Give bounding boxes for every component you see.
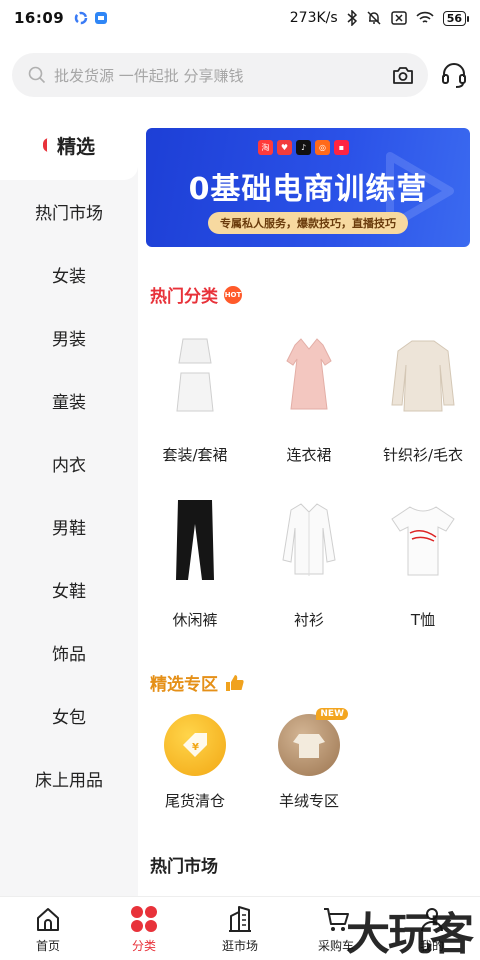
sidebar-item-featured[interactable]: 精选: [0, 110, 138, 180]
search-input[interactable]: 批发货源 一件起批 分享赚钱: [12, 53, 429, 97]
category-label: 衬衫: [293, 611, 324, 629]
customer-service-button[interactable]: [428, 55, 468, 95]
section-title-text: 精选专区: [150, 675, 218, 695]
promo-banner[interactable]: 淘 ♥ ♪ ◎ ▪ 0基础电商训练营 专属私人服务，爆款技巧，直播技巧: [146, 128, 470, 247]
sidebar-item-womens-shoes[interactable]: 女鞋: [0, 558, 138, 621]
sidebar-item-label: 童装: [52, 393, 86, 413]
watermark-logo: 大玩客: [346, 909, 474, 960]
svg-text:¥: ¥: [192, 742, 199, 753]
featured-label: 尾货清仓: [164, 792, 225, 810]
banner-title: 0基础电商训练营: [188, 172, 428, 207]
sidebar-item-label: 男鞋: [52, 519, 86, 539]
status-time: 16:09: [14, 9, 65, 27]
thumbs-up-icon: [226, 674, 244, 691]
douyin-logo-icon: ♪: [296, 140, 311, 155]
tshirt-image: [378, 495, 468, 585]
category-label: 套装/套裙: [162, 446, 228, 464]
category-item-dress[interactable]: 连衣裙: [252, 330, 366, 465]
section-title-featured: 精选专区: [150, 670, 244, 695]
banner-subtitle: 专属私人服务，爆款技巧，直播技巧: [208, 212, 408, 234]
nav-market[interactable]: 逛市场: [192, 897, 288, 960]
bluetooth-icon: [347, 10, 357, 26]
sidebar-item-womens[interactable]: 女装: [0, 243, 138, 306]
category-label: 连衣裙: [286, 446, 332, 464]
cashmere-icon: NEW: [278, 708, 348, 776]
nav-label: 分类: [131, 938, 156, 953]
sidebar-item-label: 精选: [56, 135, 95, 158]
sidebar-item-mens-shoes[interactable]: 男鞋: [0, 495, 138, 558]
sidebar-item-accessories[interactable]: 饰品: [0, 621, 138, 684]
category-grid: 套装/套裙 连衣裙 针织衫/毛衣 休闲裤 衬衫 T恤: [138, 330, 480, 630]
sidebar-item-mens[interactable]: 男装: [0, 306, 138, 369]
category-item-pants[interactable]: 休闲裤: [138, 495, 252, 630]
section-title-hot-market: 热门市场: [150, 852, 218, 877]
search-icon: [28, 66, 46, 84]
pants-image: [150, 495, 240, 585]
wifi-icon: [416, 11, 434, 23]
section-title-hot-category: 热门分类 HOT: [150, 282, 242, 307]
sidebar-item-label: 床上用品: [35, 771, 103, 791]
xiaohongshu-logo-icon: ▪: [334, 140, 349, 155]
shirt-image: [264, 495, 354, 585]
search-row: 批发货源 一件起批 分享赚钱: [12, 52, 468, 98]
new-badge: NEW: [316, 708, 348, 720]
camera-icon[interactable]: [392, 65, 414, 85]
sim-icon: [390, 11, 407, 25]
sidebar-item-kids[interactable]: 童装: [0, 369, 138, 432]
tag-icon: ¥: [164, 714, 226, 776]
featured-item-cashmere[interactable]: NEW 羊绒专区: [252, 708, 366, 811]
section-title-text: 热门市场: [150, 857, 218, 877]
status-bar: 16:09 273K/s 56: [0, 0, 480, 36]
featured-row: ¥ 尾货清仓 NEW 羊绒专区: [138, 708, 366, 811]
battery-indicator: 56: [442, 10, 470, 26]
category-item-sweater[interactable]: 针织衫/毛衣: [366, 330, 480, 465]
kuaishou-logo-icon: ◎: [315, 140, 330, 155]
hot-flame-icon: HOT: [224, 285, 242, 304]
category-label: 休闲裤: [172, 611, 218, 629]
sidebar-item-label: 女鞋: [52, 582, 86, 602]
main-content: 淘 ♥ ♪ ◎ ▪ 0基础电商训练营 专属私人服务，爆款技巧，直播技巧 热门分类…: [138, 110, 480, 896]
status-right: 273K/s 56: [289, 10, 470, 26]
nav-label: 逛市场: [221, 938, 258, 953]
section-title-text: 热门分类: [150, 287, 218, 307]
sidebar-item-underwear[interactable]: 内衣: [0, 432, 138, 495]
sidebar-item-label: 内衣: [52, 456, 86, 476]
featured-item-clearance[interactable]: ¥ 尾货清仓: [138, 714, 252, 811]
taobao-logo-icon: 淘: [258, 140, 273, 155]
category-item-shirt[interactable]: 衬衫: [252, 495, 366, 630]
sidebar-item-label: 饰品: [52, 645, 86, 665]
sidebar-item-label: 女装: [52, 267, 86, 287]
status-app-icons: [74, 11, 108, 25]
category-label: T恤: [410, 611, 436, 629]
app-notification-icon: [75, 11, 88, 25]
nav-label: 首页: [35, 938, 60, 953]
category-item-skirt-set[interactable]: 套装/套裙: [138, 330, 252, 465]
category-item-tshirt[interactable]: T恤: [366, 495, 480, 630]
pinduoduo-logo-icon: ♥: [277, 140, 292, 155]
sidebar-item-label: 男装: [52, 330, 86, 350]
skirt-set-image: [150, 330, 240, 420]
category-sidebar: 精选 热门市场 女装 男装 童装 内衣 男鞋 女鞋 饰品 女包 床上用品: [0, 110, 138, 896]
nav-home[interactable]: 首页: [0, 897, 96, 960]
sidebar-item-label: 热门市场: [35, 204, 103, 224]
sweater-image: [378, 330, 468, 420]
category-label: 针织衫/毛衣: [382, 446, 464, 464]
search-placeholder: 批发货源 一件起批 分享赚钱: [54, 66, 244, 85]
featured-label: 羊绒专区: [278, 792, 339, 810]
dress-image: [264, 330, 354, 420]
sidebar-item-label: 女包: [52, 708, 86, 728]
platform-logos: 淘 ♥ ♪ ◎ ▪: [258, 140, 349, 155]
sidebar-item-handbags[interactable]: 女包: [0, 684, 138, 747]
building-icon: [225, 904, 255, 934]
category-icon: [129, 904, 159, 934]
sidebar-item-hot-market[interactable]: 热门市场: [0, 180, 138, 243]
headset-icon: [442, 63, 466, 88]
network-speed: 273K/s: [289, 10, 338, 26]
nav-category[interactable]: 分类: [96, 897, 192, 960]
home-icon: [33, 904, 63, 934]
sidebar-item-bedding[interactable]: 床上用品: [0, 747, 138, 810]
app-file-icon: [95, 12, 108, 24]
mute-icon: [367, 11, 381, 25]
active-indicator: [42, 138, 49, 152]
